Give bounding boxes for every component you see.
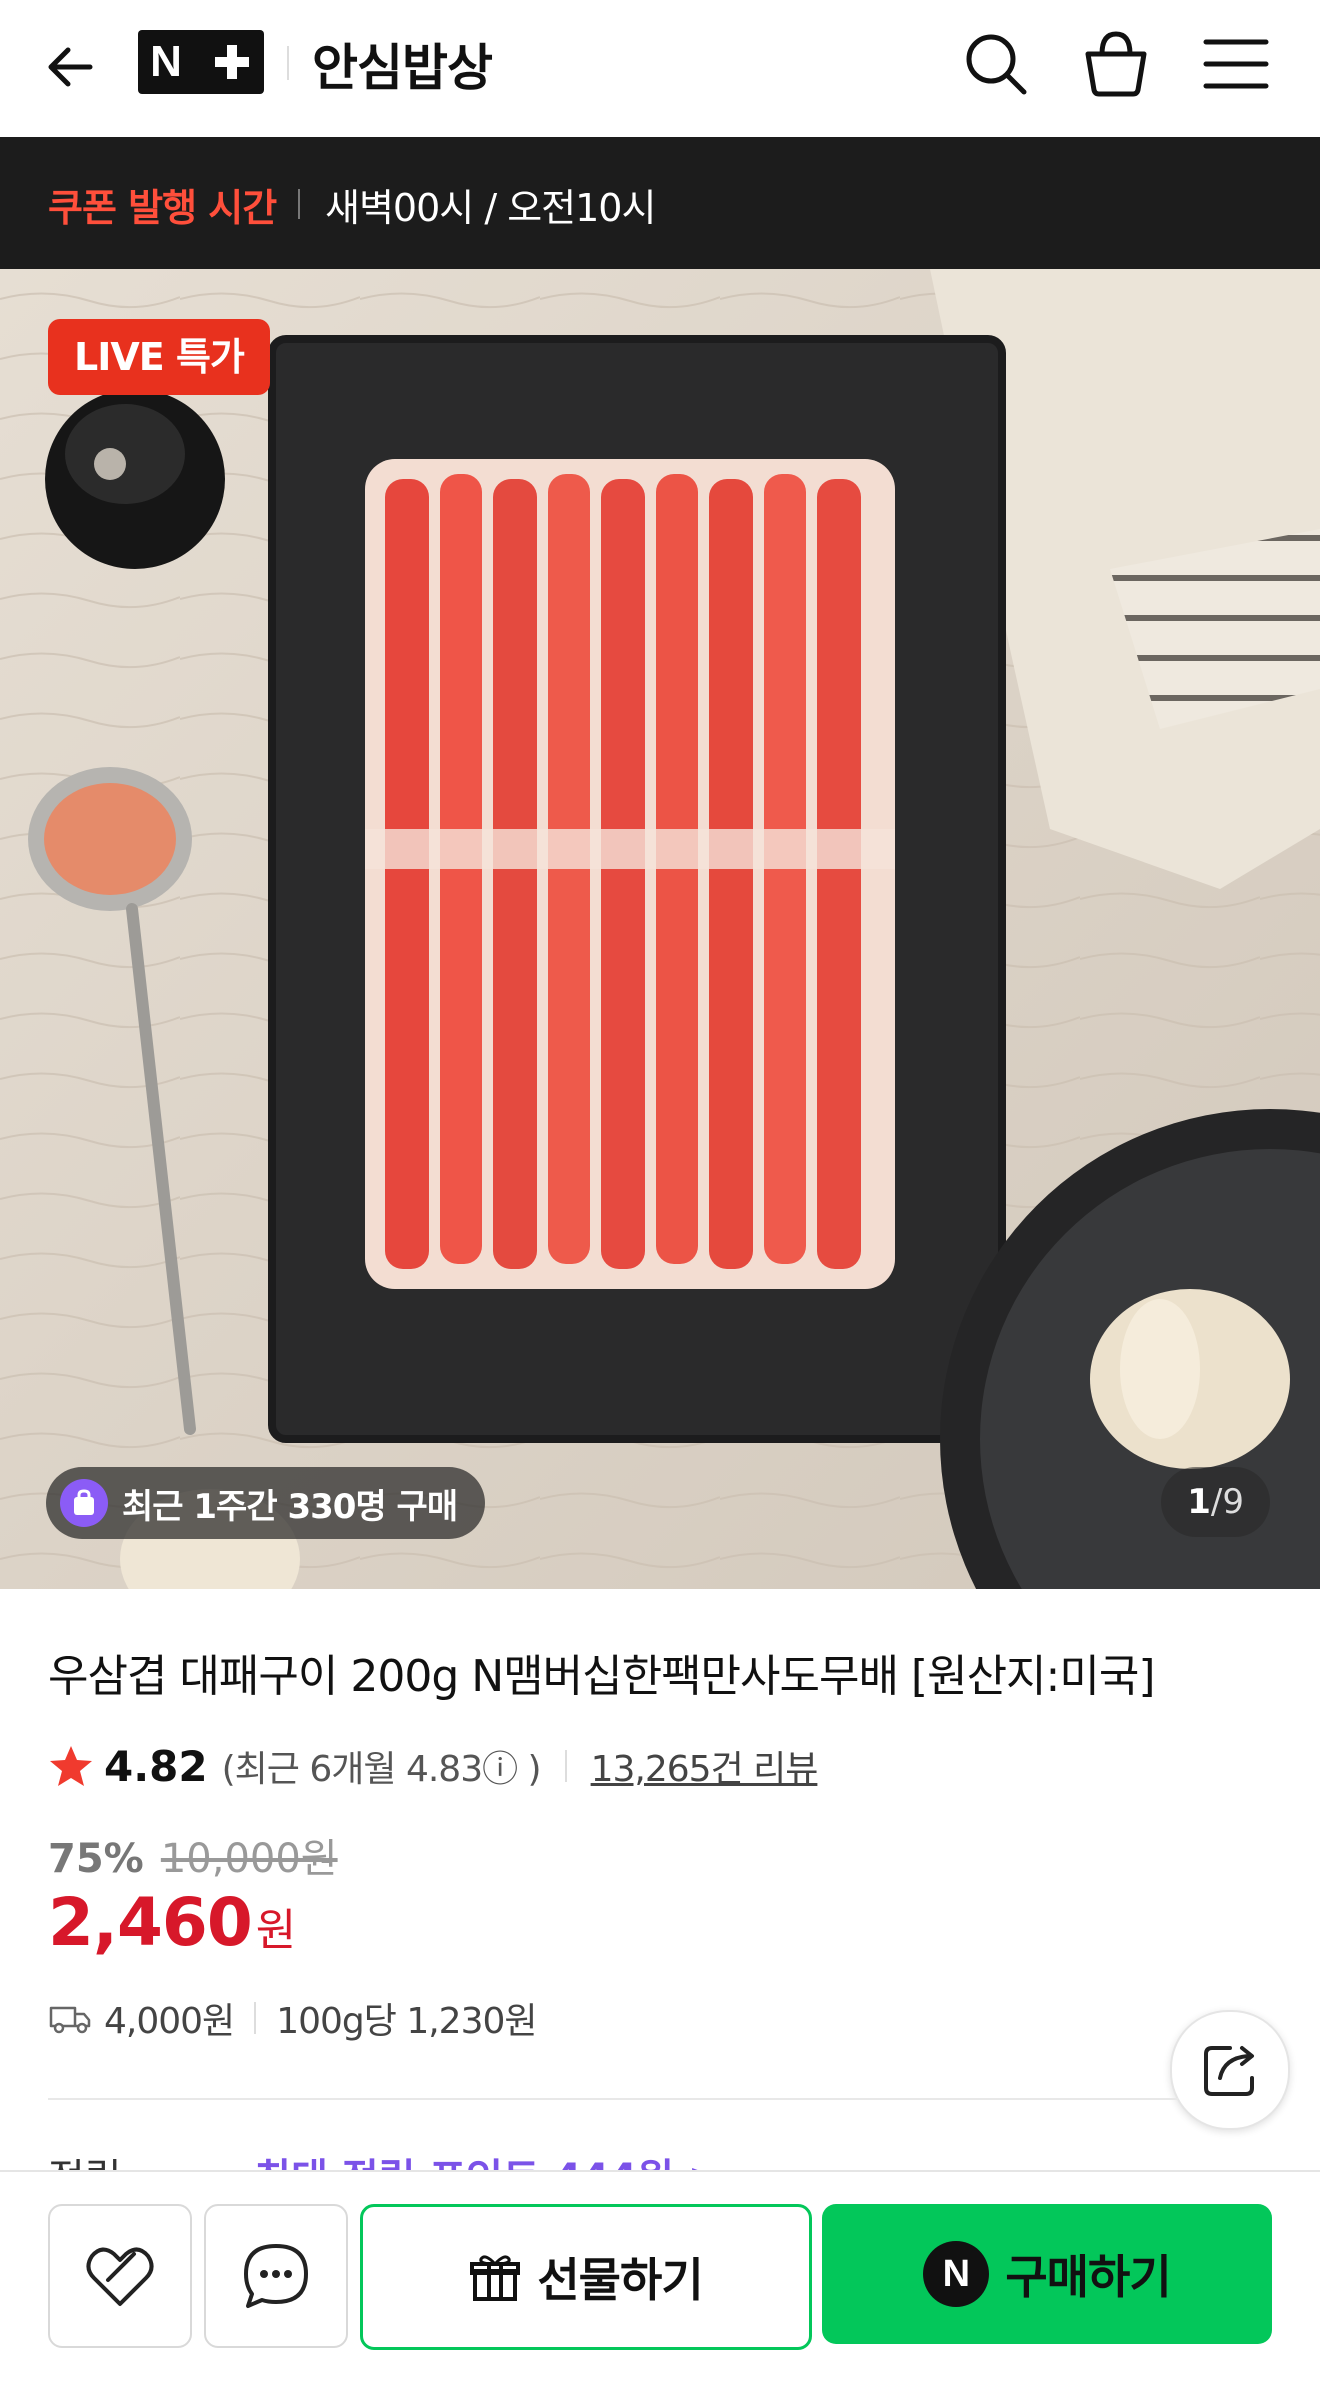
nplus-logo[interactable]: N — [138, 30, 264, 94]
top-navigation: N 안심밥상 — [0, 0, 1320, 137]
coupon-time: 새벽00시 / 오전10시 — [325, 186, 656, 230]
share-icon — [1204, 2046, 1254, 2096]
rating-score: 4.82 — [104, 1741, 208, 1791]
price-unit: 원 — [255, 1905, 297, 1956]
share-button[interactable] — [1170, 2010, 1290, 2130]
recent-buyers-text: 최근 1주간 330명 구매 — [122, 1486, 458, 1527]
shipping-row: 4,000원 100g당 1,230원 — [48, 1992, 538, 2044]
shopping-basket-icon[interactable] — [1078, 26, 1154, 102]
recent-buyers-pill: 최근 1주간 330명 구매 — [46, 1467, 486, 1539]
sale-price: 2,460 — [48, 1884, 253, 1961]
pager-current: 1 — [1187, 1482, 1211, 1522]
points-row[interactable]: 적립 최대 적립 포인트 444원 > — [48, 2146, 1148, 2170]
chat-button[interactable] — [204, 2204, 348, 2348]
naverpay-n-icon: N — [923, 2241, 990, 2307]
search-icon[interactable] — [958, 26, 1034, 102]
pager-total: /9 — [1210, 1482, 1244, 1522]
shipping-divider — [254, 2002, 257, 2034]
section-divider — [48, 2098, 1178, 2100]
price-row: 2,460원 — [48, 1884, 296, 1961]
image-pager: 1/9 — [1161, 1467, 1270, 1537]
product-image-carousel[interactable]: LIVE 특가 최근 1주간 330명 구매 1/9 — [0, 269, 1320, 1589]
plus-icon — [210, 40, 254, 84]
shopping-bag-icon — [60, 1479, 108, 1527]
recent-rating[interactable]: (최근 6개월 4.83ⓘ ) — [222, 1740, 542, 1792]
coupon-divider — [298, 189, 300, 219]
rating-row: 4.82 (최근 6개월 4.83ⓘ ) 13,265건 리뷰 — [48, 1740, 819, 1792]
product-photo — [0, 269, 1320, 1589]
gift-label: 선물하기 — [537, 2253, 703, 2307]
discount-row: 75% 10,000원 — [48, 1826, 338, 1884]
star-icon — [50, 1746, 92, 1786]
back-arrow-icon[interactable] — [38, 32, 108, 102]
product-title: 우삼겹 대패구이 200g N맴버십한팩만사도무배 [원산지:미국] — [48, 1651, 1155, 1702]
bottom-action-bar: 선물하기 N 구매하기 — [0, 2170, 1320, 2391]
buy-label: 구매하기 — [1005, 2250, 1171, 2304]
shipping-fee: 4,000원 — [104, 2001, 235, 2042]
coupon-time-banner: 쿠폰 발행 시간 새벽00시 / 오전10시 — [0, 137, 1320, 269]
buy-button[interactable]: N 구매하기 — [822, 2204, 1272, 2344]
logo-divider — [287, 46, 289, 80]
logo-letter: N — [150, 37, 182, 86]
rating-divider — [564, 1750, 567, 1782]
discount-rate: 75% — [48, 1836, 144, 1882]
unit-price: 100g당 1,230원 — [276, 2001, 537, 2042]
store-name[interactable]: 안심밥상 — [312, 28, 493, 100]
points-value: 최대 적립 포인트 444원 > — [254, 2156, 721, 2170]
live-deal-badge: LIVE 특가 — [48, 319, 270, 395]
gift-icon — [470, 2255, 521, 2301]
chat-bubble-icon — [244, 2244, 308, 2308]
gift-button[interactable]: 선물하기 — [360, 2204, 812, 2350]
heart-icon — [86, 2247, 154, 2306]
delivery-truck-icon — [49, 2006, 91, 2034]
original-price: 10,000원 — [160, 1836, 338, 1882]
coupon-label: 쿠폰 발행 시간 — [48, 186, 277, 230]
wishlist-button[interactable] — [48, 2204, 192, 2348]
points-label: 적립 — [48, 2156, 122, 2170]
menu-icon[interactable] — [1198, 26, 1274, 102]
review-count-link[interactable]: 13,265건 리뷰 — [591, 1740, 819, 1792]
